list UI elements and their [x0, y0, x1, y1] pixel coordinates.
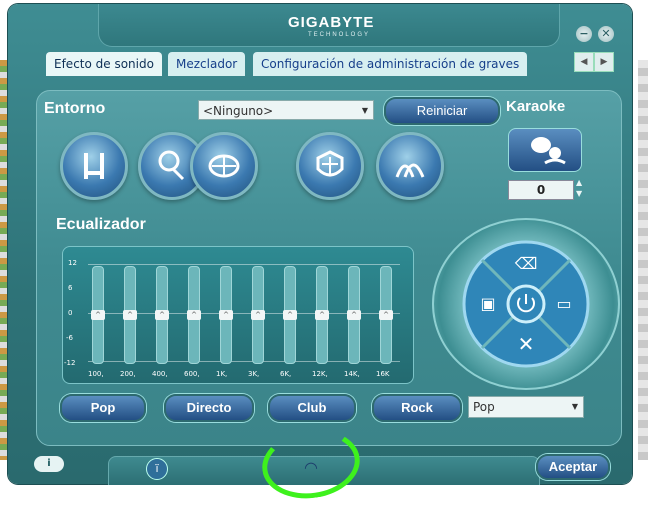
- eq-slider-thumb-icon[interactable]: ^: [347, 310, 361, 320]
- close-button[interactable]: ✕: [598, 26, 614, 42]
- db-scale-label: -6: [66, 334, 73, 342]
- karaoke-singer-icon[interactable]: [508, 128, 582, 172]
- eq-band-slider[interactable]: ^: [91, 266, 105, 364]
- accessibility-icon[interactable]: ï: [146, 458, 168, 480]
- equalizer-preset-select-value: Pop: [473, 400, 495, 414]
- info-icon[interactable]: i: [34, 456, 64, 472]
- audio-manager-window: GIGABYTE TECHNOLOGY − ✕ Efecto de sonido…: [8, 4, 632, 485]
- environment-label: Entorno: [44, 100, 106, 117]
- eq-band-freq-label: 600,: [184, 370, 200, 378]
- eq-band-freq-label: 100,: [88, 370, 104, 378]
- karaoke-label: Karaoke: [506, 98, 566, 115]
- control-ring: ⌫ ▭ ▣ ✕: [432, 218, 620, 390]
- reset-button[interactable]: Reiniciar: [384, 97, 500, 125]
- db-scale-label: -12: [64, 359, 76, 367]
- equalizer-box: [62, 246, 414, 384]
- tab-scroll-right-icon[interactable]: ▶: [594, 52, 614, 72]
- karaoke-panel: Karaoke 0 ▲ ▼: [498, 98, 594, 200]
- preset-rock-button[interactable]: Rock: [372, 394, 462, 422]
- eq-band-slider[interactable]: ^: [219, 266, 233, 364]
- eq-band-freq-label: 1K,: [216, 370, 228, 378]
- save-icon[interactable]: ▣: [468, 284, 508, 324]
- tab-mezclador[interactable]: Mezclador: [168, 52, 246, 76]
- spin-up-icon[interactable]: ▲: [576, 178, 582, 187]
- eq-band-freq-label: 200,: [120, 370, 136, 378]
- eq-band-freq-label: 12K,: [312, 370, 328, 378]
- equalizer-preset-select[interactable]: Pop ▼: [468, 396, 584, 418]
- background-app-right: [638, 60, 648, 460]
- db-scale-label: 12: [68, 259, 77, 267]
- eq-band-slider[interactable]: ^: [379, 266, 393, 364]
- accept-button[interactable]: Aceptar: [536, 454, 610, 480]
- chevron-down-icon: ▼: [361, 106, 368, 115]
- eq-band-slider[interactable]: ^: [155, 266, 169, 364]
- eq-slider-thumb-icon[interactable]: ^: [155, 310, 169, 320]
- minimize-button[interactable]: −: [576, 26, 592, 42]
- tab-scroll-left-icon[interactable]: ◀: [574, 52, 594, 72]
- eq-band-freq-label: 16K: [376, 370, 390, 378]
- eq-band-slider[interactable]: ^: [187, 266, 201, 364]
- eq-band-slider[interactable]: ^: [315, 266, 329, 364]
- eq-slider-thumb-icon[interactable]: ^: [315, 310, 329, 320]
- eq-slider-thumb-icon[interactable]: ^: [123, 310, 137, 320]
- equalizer-label: Ecualizador: [56, 216, 146, 233]
- preset-pop-button[interactable]: Pop: [60, 394, 146, 422]
- power-icon[interactable]: [506, 284, 546, 324]
- karaoke-value-field[interactable]: 0: [508, 180, 574, 200]
- eq-band-freq-label: 400,: [152, 370, 168, 378]
- spin-down-icon[interactable]: ▼: [576, 189, 582, 198]
- eq-band-slider[interactable]: ^: [123, 266, 137, 364]
- eq-slider-thumb-icon[interactable]: ^: [91, 310, 105, 320]
- brand-logo-sub: TECHNOLOGY: [308, 32, 371, 38]
- eq-band-freq-label: 3K,: [248, 370, 260, 378]
- tab-efecto-de-sonido[interactable]: Efecto de sonido: [46, 52, 162, 76]
- brand-logo: GIGABYTE: [288, 14, 375, 31]
- eq-band-slider[interactable]: ^: [347, 266, 361, 364]
- environment-select-value: <Ninguno>: [203, 104, 274, 118]
- padded-cell-icon[interactable]: [60, 132, 128, 200]
- environment-select[interactable]: <Ninguno> ▼: [198, 100, 374, 120]
- delete-x-icon[interactable]: ✕: [506, 324, 546, 364]
- grid-line: [88, 264, 400, 265]
- eq-slider-thumb-icon[interactable]: ^: [379, 310, 393, 320]
- db-scale-label: 0: [68, 309, 73, 317]
- tab-bar: Efecto de sonido Mezclador Configuración…: [38, 52, 628, 76]
- preset-club-button[interactable]: Club: [268, 394, 356, 422]
- folder-open-icon[interactable]: ▭: [544, 284, 584, 324]
- stadium-icon[interactable]: [190, 132, 258, 200]
- eq-band-slider[interactable]: ^: [251, 266, 265, 364]
- eq-slider-thumb-icon[interactable]: ^: [187, 310, 201, 320]
- eq-band-freq-label: 14K,: [344, 370, 360, 378]
- db-scale-label: 6: [68, 284, 73, 292]
- eq-band-slider[interactable]: ^: [283, 266, 297, 364]
- eq-slider-thumb-icon[interactable]: ^: [251, 310, 265, 320]
- eraser-icon[interactable]: ⌫: [506, 244, 546, 284]
- eq-slider-thumb-icon[interactable]: ^: [283, 310, 297, 320]
- eq-slider-thumb-icon[interactable]: ^: [219, 310, 233, 320]
- chevron-down-icon: ▼: [571, 402, 578, 411]
- eq-band-freq-label: 6K,: [280, 370, 292, 378]
- tab-configuracion-graves[interactable]: Configuración de administración de grave…: [253, 52, 528, 76]
- preset-directo-button[interactable]: Directo: [164, 394, 254, 422]
- colosseum-icon[interactable]: [296, 132, 364, 200]
- concert-hall-icon[interactable]: [376, 132, 444, 200]
